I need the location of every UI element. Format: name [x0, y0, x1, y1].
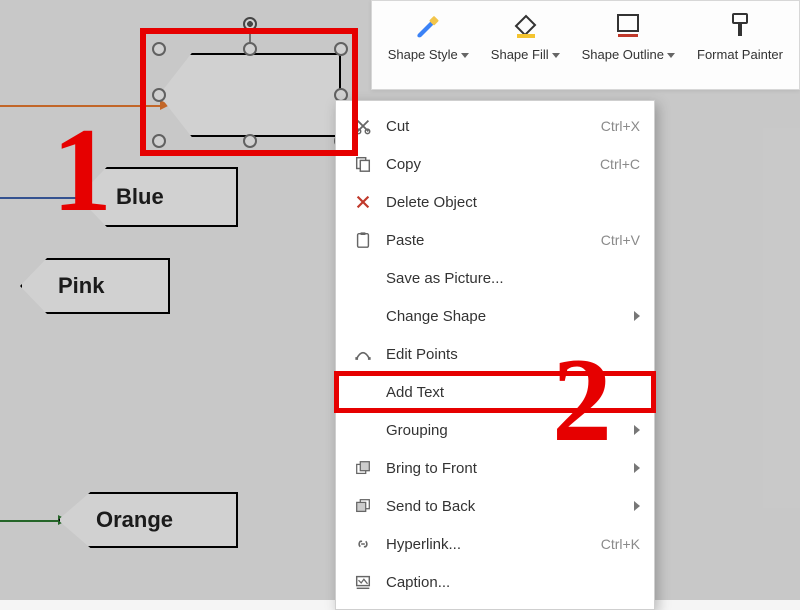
caption-icon: [350, 572, 376, 592]
menu-save-picture[interactable]: Save as Picture...: [336, 259, 654, 297]
outline-icon: [612, 9, 644, 41]
format-painter-button[interactable]: Format Painter: [689, 5, 791, 66]
submenu-indicator-icon: [634, 311, 640, 321]
menu-delete-object[interactable]: Delete Object: [336, 183, 654, 221]
handle-tc[interactable]: [243, 42, 257, 56]
menu-paste-label: Paste: [386, 232, 601, 249]
menu-grouping[interactable]: Grouping: [336, 411, 654, 449]
send-back-icon: [350, 496, 376, 516]
blank-icon: [350, 420, 376, 440]
drawing-toolbar: Shape Style Shape Fill Shape Outline For…: [371, 0, 800, 90]
menu-bring-front-label: Bring to Front: [386, 460, 626, 477]
shape-style-button[interactable]: Shape Style: [380, 5, 477, 66]
selected-shape[interactable]: [155, 45, 345, 145]
handle-tr[interactable]: [334, 42, 348, 56]
menu-add-text-label: Add Text: [386, 384, 640, 401]
edit-points-icon: [350, 344, 376, 364]
menu-cut-shortcut: Ctrl+X: [601, 118, 640, 134]
connector-green: [0, 520, 58, 522]
shape-pink-tag[interactable]: Pink: [20, 258, 170, 314]
format-painter-icon: [724, 9, 756, 41]
submenu-indicator-icon: [634, 501, 640, 511]
bucket-icon: [509, 9, 541, 41]
shape-orange-tag[interactable]: Orange: [58, 492, 238, 548]
connector-blue: [0, 197, 78, 199]
menu-hyperlink-label: Hyperlink...: [386, 536, 601, 553]
shape-blue-label: Blue: [116, 184, 164, 210]
menu-send-back[interactable]: Send to Back: [336, 487, 654, 525]
shape-pink-label: Pink: [58, 273, 104, 299]
shape-outline-button[interactable]: Shape Outline: [574, 5, 683, 66]
menu-copy-shortcut: Ctrl+C: [600, 156, 640, 172]
paste-icon: [350, 230, 376, 250]
menu-change-shape[interactable]: Change Shape: [336, 297, 654, 335]
blank-icon: [350, 306, 376, 326]
handle-bc[interactable]: [243, 134, 257, 148]
menu-copy-label: Copy: [386, 156, 600, 173]
menu-hyperlink[interactable]: Hyperlink... Ctrl+K: [336, 525, 654, 563]
submenu-indicator-icon: [634, 425, 640, 435]
handle-bl[interactable]: [152, 134, 166, 148]
selected-shape-body[interactable]: [159, 53, 341, 137]
link-icon: [350, 534, 376, 554]
menu-save-picture-label: Save as Picture...: [386, 270, 640, 287]
format-painter-label: Format Painter: [697, 47, 783, 62]
menu-add-text[interactable]: Add Text: [336, 373, 654, 411]
shape-fill-button[interactable]: Shape Fill: [483, 5, 568, 66]
shape-orange-label: Orange: [96, 507, 173, 533]
context-menu: Cut Ctrl+X Copy Ctrl+C Delete Object Pas…: [335, 100, 655, 610]
menu-bring-front[interactable]: Bring to Front: [336, 449, 654, 487]
rotate-handle[interactable]: [243, 17, 257, 31]
blank-icon: [350, 268, 376, 288]
menu-caption[interactable]: Caption...: [336, 563, 654, 601]
handle-ml[interactable]: [152, 88, 166, 102]
bring-front-icon: [350, 458, 376, 478]
connector-orange: [0, 105, 160, 107]
shape-outline-label: Shape Outline: [582, 47, 664, 62]
delete-icon: [350, 192, 376, 212]
menu-copy[interactable]: Copy Ctrl+C: [336, 145, 654, 183]
menu-edit-points-label: Edit Points: [386, 346, 640, 363]
menu-paste-shortcut: Ctrl+V: [601, 232, 640, 248]
menu-edit-points[interactable]: Edit Points: [336, 335, 654, 373]
menu-change-shape-label: Change Shape: [386, 308, 626, 325]
menu-delete-label: Delete Object: [386, 194, 640, 211]
menu-grouping-label: Grouping: [386, 422, 626, 439]
cut-icon: [350, 116, 376, 136]
shape-fill-label: Shape Fill: [491, 47, 549, 62]
menu-caption-label: Caption...: [386, 574, 640, 591]
blank-icon: [350, 382, 376, 402]
handle-tl[interactable]: [152, 42, 166, 56]
menu-cut-label: Cut: [386, 118, 601, 135]
brush-icon: [412, 9, 444, 41]
shape-style-label: Shape Style: [388, 47, 458, 62]
menu-paste[interactable]: Paste Ctrl+V: [336, 221, 654, 259]
menu-send-back-label: Send to Back: [386, 498, 626, 515]
shape-blue-tag[interactable]: Blue: [78, 167, 238, 227]
copy-icon: [350, 154, 376, 174]
submenu-indicator-icon: [634, 463, 640, 473]
menu-hyperlink-shortcut: Ctrl+K: [601, 536, 640, 552]
menu-cut[interactable]: Cut Ctrl+X: [336, 107, 654, 145]
